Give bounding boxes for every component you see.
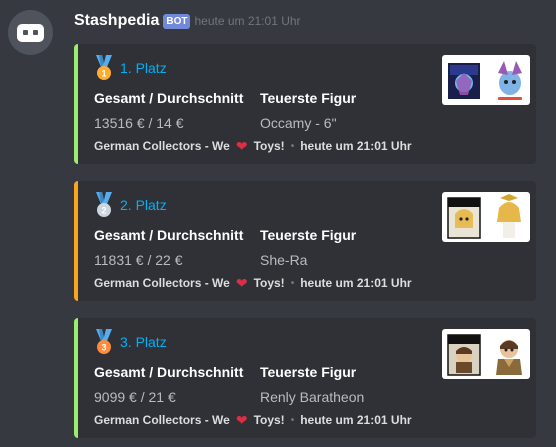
medal-icon: 3 [96, 329, 112, 354]
field-value: Renly Baratheon [260, 389, 365, 405]
embed-footer: German Collectors - We ❤ Toys! • heute u… [94, 139, 412, 153]
footer-timestamp: heute um 21:01 Uhr [300, 413, 412, 427]
bot-tag: BOT [163, 13, 191, 29]
field-value: 13516 € / 14 € [94, 115, 184, 131]
footer-text-end: Toys! [253, 413, 285, 427]
funko-pop-figure-image [447, 334, 522, 376]
embed-thumbnail[interactable] [442, 329, 530, 379]
medal-icon: 1 [96, 55, 112, 80]
embed-thumbnail[interactable] [442, 55, 530, 105]
funko-pop-figure-image [448, 61, 522, 100]
embed-card: 2 2. Platz Gesamt / Durchschnitt 11831 €… [74, 181, 536, 301]
medal-icon: 2 [96, 192, 112, 217]
embed-footer: German Collectors - We ❤ Toys! • heute u… [94, 276, 412, 290]
embed-title: 2 2. Platz [94, 192, 167, 218]
footer-text: German Collectors - We [94, 139, 230, 153]
footer-separator: • [290, 414, 295, 426]
field-name: Gesamt / Durchschnitt [94, 364, 244, 380]
field-total-average: Gesamt / Durchschnitt 9099 € / 21 € [94, 364, 243, 406]
embed-card: 1 1. Platz Gesamt / Durchschnitt 13516 €… [74, 44, 536, 164]
field-value: Occamy - 6" [260, 115, 337, 131]
field-most-expensive: Teuerste Figur Occamy - 6" [260, 90, 356, 132]
message-header: Stashpedia BOT heute um 21:01 Uhr [74, 12, 301, 30]
footer-text: German Collectors - We [94, 413, 230, 427]
embed-title: 3 3. Platz [94, 329, 167, 355]
message-timestamp: heute um 21:01 Uhr [194, 14, 301, 28]
embed-title-link[interactable]: 3. Platz [120, 334, 167, 350]
embed-title-link[interactable]: 1. Platz [120, 60, 167, 76]
robot-face-icon [17, 23, 44, 42]
field-name: Teuerste Figur [260, 364, 357, 380]
username[interactable]: Stashpedia [74, 12, 159, 30]
heart-icon: ❤ [235, 412, 248, 428]
field-name: Teuerste Figur [260, 227, 357, 243]
footer-text: German Collectors - We [94, 276, 230, 290]
footer-separator: • [290, 277, 295, 289]
field-most-expensive: Teuerste Figur She-Ra [260, 227, 356, 269]
medal-number: 2 [101, 206, 106, 216]
embed-thumbnail[interactable] [442, 192, 530, 242]
field-name: Gesamt / Durchschnitt [94, 90, 244, 106]
field-value: 11831 € / 22 € [94, 252, 183, 268]
medal-number: 1 [101, 69, 106, 79]
field-most-expensive: Teuerste Figur Renly Baratheon [260, 364, 364, 406]
field-total-average: Gesamt / Durchschnitt 11831 € / 22 € [94, 227, 243, 269]
heart-icon: ❤ [235, 275, 248, 291]
footer-text-end: Toys! [253, 276, 285, 290]
footer-separator: • [290, 140, 295, 152]
field-value: 9099 € / 21 € [94, 389, 176, 405]
funko-pop-figure-image [447, 194, 521, 239]
field-total-average: Gesamt / Durchschnitt 13516 € / 14 € [94, 90, 243, 132]
heart-icon: ❤ [235, 138, 248, 154]
embed-title-link[interactable]: 2. Platz [120, 197, 167, 213]
field-value: She-Ra [260, 252, 308, 268]
embed-card: 3 3. Platz Gesamt / Durchschnitt 9099 € … [74, 318, 536, 438]
footer-text-end: Toys! [253, 139, 285, 153]
footer-timestamp: heute um 21:01 Uhr [300, 276, 412, 290]
medal-number: 3 [101, 343, 106, 353]
embed-title: 1 1. Platz [94, 55, 167, 81]
footer-timestamp: heute um 21:01 Uhr [300, 139, 412, 153]
bot-avatar[interactable] [8, 10, 53, 55]
embed-footer: German Collectors - We ❤ Toys! • heute u… [94, 413, 412, 427]
field-name: Teuerste Figur [260, 90, 357, 106]
field-name: Gesamt / Durchschnitt [94, 227, 244, 243]
